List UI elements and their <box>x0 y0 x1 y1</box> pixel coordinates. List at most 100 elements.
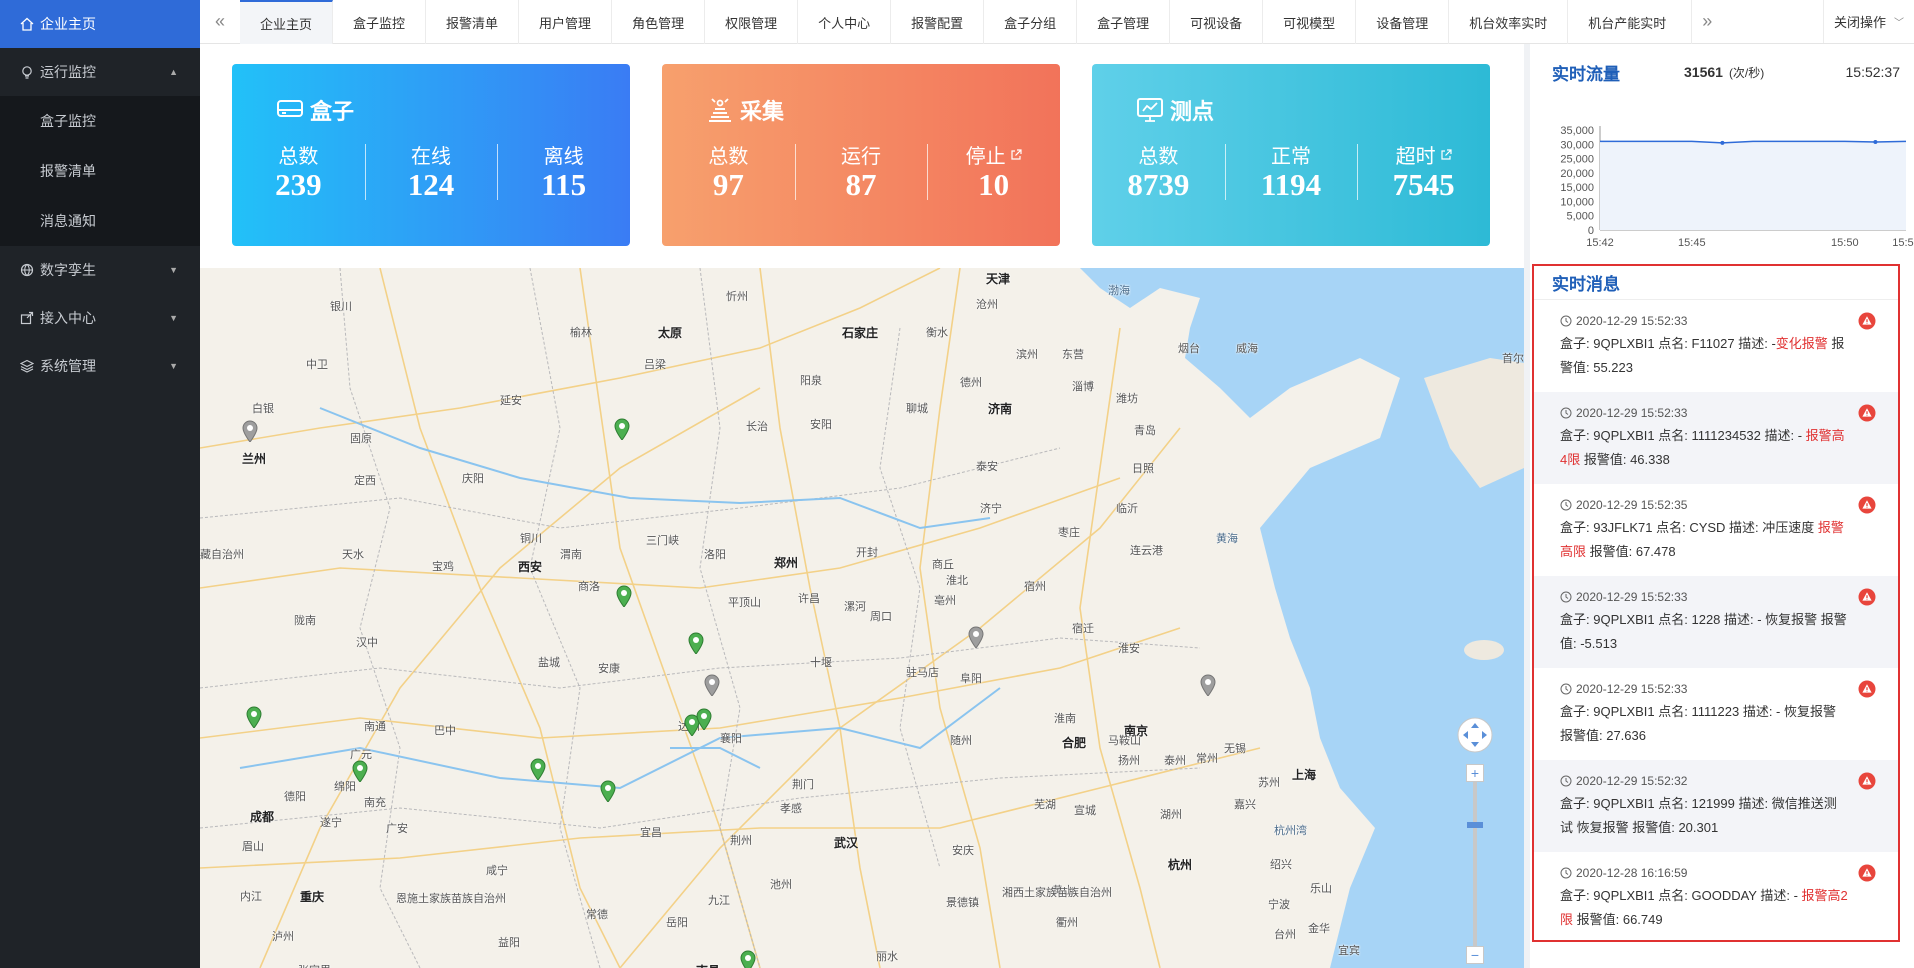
tab-visual-model[interactable]: 可视模型 <box>1263 0 1357 44</box>
message-item[interactable]: 2020-12-29 15:52:33 盒子: 9QPLXBI1 点名: 1111… <box>1534 668 1898 760</box>
sidebar-item-access[interactable]: 接入中心 ▼ <box>0 294 200 342</box>
stat-online[interactable]: 在线 124 <box>364 140 498 203</box>
map-marker-online[interactable] <box>696 708 712 730</box>
stat-value: 87 <box>845 167 877 202</box>
tab-home[interactable]: 企业主页 <box>240 0 334 44</box>
caret-up-icon: ▲ <box>169 67 178 77</box>
message-item[interactable]: 2020-12-29 15:52:33 盒子: 9QPLXBI1 点名: F110… <box>1534 300 1898 392</box>
realtime-flow-unit: (次/秒) <box>1728 65 1765 80</box>
warning-icon[interactable] <box>1858 864 1876 882</box>
sidebar-subitem-alarm-list[interactable]: 报警清单 <box>0 146 200 196</box>
sidebar-item-monitor[interactable]: 运行监控 ▲ <box>0 48 200 96</box>
warning-icon[interactable] <box>1858 772 1876 790</box>
map-view[interactable]: 天津 渤海 银川 忻州 太原 石家庄 衡水 沧州 滨州 东营 烟台 威海 首尔 榆林 吕梁 阳泉 德州 淄博 潍坊青… <box>200 268 1524 968</box>
tab-alarm-list[interactable]: 报警清单 <box>426 0 520 44</box>
map-marker-online[interactable] <box>688 632 704 654</box>
map-marker-online[interactable] <box>740 950 756 968</box>
map-label: 荆门 <box>792 779 814 791</box>
sidebar-subitem-notifications[interactable]: 消息通知 <box>0 196 200 246</box>
external-link-icon[interactable] <box>1440 148 1452 161</box>
clock-icon <box>1560 591 1572 603</box>
map-label: 汉中 <box>356 637 378 649</box>
message-item[interactable]: 2020-12-29 15:52:33 盒子: 9QPLXBI1 点名: 1228… <box>1534 576 1898 668</box>
sidebar-item-digital-twin[interactable]: 数字孪生 ▼ <box>0 246 200 294</box>
external-link-icon[interactable] <box>1010 148 1022 161</box>
map-label: 重庆 <box>300 890 325 904</box>
province-borders <box>200 268 1201 968</box>
tab-device-manage[interactable]: 设备管理 <box>1356 0 1450 44</box>
map-marker-offline[interactable] <box>1200 674 1216 696</box>
stat-total: 总数 97 <box>662 140 795 203</box>
tab-machine-efficiency[interactable]: 机台效率实时 <box>1449 0 1569 44</box>
warning-icon[interactable] <box>1858 588 1876 606</box>
map-label: 商丘 <box>932 559 954 571</box>
map-label: 淄博 <box>1072 381 1094 393</box>
map-label: 岳阳 <box>666 917 688 929</box>
map-label: 广安 <box>386 823 408 835</box>
realtime-messages-title: 实时消息 <box>1552 275 1620 294</box>
warning-icon[interactable] <box>1858 496 1876 514</box>
warning-icon[interactable] <box>1858 404 1876 422</box>
map-marker-online[interactable] <box>614 418 630 440</box>
map-label: 宜宾 <box>1338 945 1360 957</box>
tab-permission-manage[interactable]: 权限管理 <box>705 0 799 44</box>
zoom-slider-track[interactable] <box>1467 782 1483 946</box>
message-text: 盒子: 9QPLXBI1 点名: 121999 描述: 微信推送测试 恢复报警 … <box>1560 792 1848 840</box>
stat-stopped[interactable]: 停止 10 <box>927 140 1060 203</box>
stat-offline[interactable]: 离线 115 <box>497 140 630 203</box>
sidebar-subitem-box-monitor[interactable]: 盒子监控 <box>0 96 200 146</box>
tab-machine-capacity[interactable]: 机台产能实时 <box>1568 0 1693 44</box>
message-item[interactable]: 2020-12-28 16:16:59 盒子: 9QPLXBI1 点名: GOOD… <box>1534 852 1898 944</box>
stat-normal[interactable]: 正常 1194 <box>1224 140 1358 203</box>
map-pan-control[interactable] <box>1456 716 1494 754</box>
tab-alarm-config[interactable]: 报警配置 <box>891 0 985 44</box>
sidebar-item-home[interactable]: 企业主页 <box>0 0 200 48</box>
dashboard-main: 盒子 总数 239 在线 124 离线 115 采集 总数 97 运行 87 停止 10 … <box>200 44 1524 968</box>
map-marker-online[interactable] <box>616 585 632 607</box>
tab-visual-device[interactable]: 可视设备 <box>1170 0 1264 44</box>
map-marker-offline[interactable] <box>242 420 258 442</box>
message-time: 2020-12-29 15:52:32 <box>1560 772 1848 790</box>
scroll-right-icon[interactable]: » <box>1692 0 1722 43</box>
stat-label: 总数 <box>278 146 319 168</box>
tab-user-manage[interactable]: 用户管理 <box>519 0 613 44</box>
tab-personal-center[interactable]: 个人中心 <box>798 0 892 44</box>
map-label: 宿州 <box>1024 581 1046 593</box>
message-item[interactable]: 2020-12-29 15:52:32 盒子: 9QPLXBI1 点名: 1219… <box>1534 760 1898 852</box>
sidebar-item-system[interactable]: 系统管理 ▼ <box>0 342 200 390</box>
map-marker-offline[interactable] <box>704 674 720 696</box>
stat-card-points: 测点 总数 8739 正常 1194 超时 7545 <box>1092 64 1490 246</box>
scroll-left-icon[interactable]: « <box>200 0 240 43</box>
map-label: 东营 <box>1062 349 1084 361</box>
map-marker-online[interactable] <box>530 758 546 780</box>
monitor-icon <box>1137 98 1163 122</box>
zoom-in-icon[interactable]: + <box>1466 764 1484 782</box>
stat-value: 97 <box>712 167 744 202</box>
stat-timeout[interactable]: 超时 7545 <box>1357 140 1490 203</box>
zoom-out-icon[interactable]: − <box>1466 946 1484 964</box>
map-label: 九江 <box>708 895 730 907</box>
map-marker-offline[interactable] <box>968 626 984 648</box>
tab-box-group[interactable]: 盒子分组 <box>984 0 1078 44</box>
map-label: 定西 <box>354 475 376 487</box>
message-item[interactable]: 2020-12-29 15:52:35 盒子: 93JFLK71 点名: CYSD… <box>1534 484 1898 576</box>
map-marker-online[interactable] <box>600 780 616 802</box>
map-zoom-control[interactable]: + − <box>1466 764 1484 964</box>
card-title: 测点 <box>1136 94 1214 126</box>
message-time: 2020-12-29 15:52:33 <box>1560 404 1848 422</box>
message-alarm-type: 变化报警 <box>1775 336 1828 351</box>
x-tick-label: 15:52 <box>1892 237 1914 249</box>
zoom-slider-handle[interactable] <box>1467 822 1483 828</box>
message-item[interactable]: 2020-12-29 15:52:33 盒子: 9QPLXBI1 点名: 1111… <box>1534 392 1898 484</box>
warning-icon[interactable] <box>1858 312 1876 330</box>
map-marker-online[interactable] <box>352 760 368 782</box>
map-label: 安庆 <box>952 845 974 857</box>
tab-box-manage[interactable]: 盒子管理 <box>1077 0 1171 44</box>
stat-running[interactable]: 运行 87 <box>794 140 928 203</box>
map-label: 宁波 <box>1268 899 1290 911</box>
warning-icon[interactable] <box>1858 680 1876 698</box>
map-marker-online[interactable] <box>246 706 262 728</box>
tab-box-monitor[interactable]: 盒子监控 <box>333 0 427 44</box>
tab-role-manage[interactable]: 角色管理 <box>612 0 706 44</box>
close-operations-menu[interactable]: 关闭操作 ﹀ <box>1822 0 1914 43</box>
